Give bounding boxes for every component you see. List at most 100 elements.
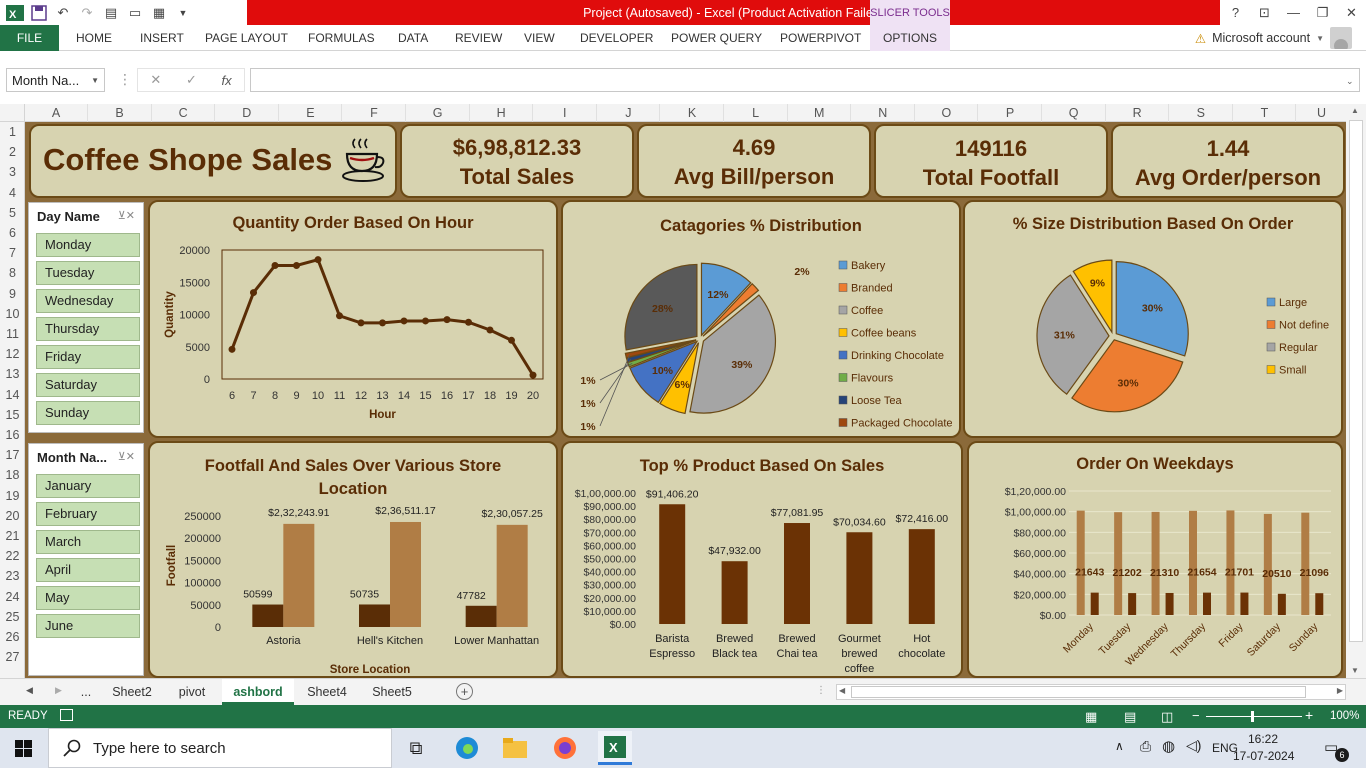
name-box-dropdown-icon[interactable]: ▼	[91, 76, 99, 85]
close-icon[interactable]: ✕	[1337, 0, 1366, 25]
clear-filter-icon[interactable]: ⊻✕	[118, 209, 135, 222]
column-header-d[interactable]: D	[216, 104, 279, 122]
file-explorer-icon[interactable]	[501, 734, 529, 762]
row-header-19[interactable]: 19	[0, 489, 25, 503]
slicer-item-thursday[interactable]: Thursday	[36, 317, 140, 341]
slicer-item-february[interactable]: February	[36, 502, 140, 526]
slicer-item-sunday[interactable]: Sunday	[36, 401, 140, 425]
row-header-9[interactable]: 9	[0, 287, 25, 301]
save-icon[interactable]	[28, 3, 50, 23]
scroll-left-icon[interactable]: ◀	[839, 686, 845, 695]
column-header-f[interactable]: F	[343, 104, 406, 122]
page-layout-view-icon[interactable]: ▤	[1124, 709, 1136, 725]
row-header-22[interactable]: 22	[0, 549, 25, 563]
row-header-23[interactable]: 23	[0, 569, 25, 583]
column-header-g[interactable]: G	[407, 104, 470, 122]
sheet-tab-ashbord[interactable]: ashbord	[222, 679, 294, 705]
column-header-j[interactable]: J	[597, 104, 661, 122]
tab-power-query[interactable]: POWER QUERY	[671, 25, 762, 51]
row-header-3[interactable]: 3	[0, 165, 25, 179]
account-area[interactable]: ⚠ Microsoft account ▼	[1195, 25, 1352, 51]
slicer-item-friday[interactable]: Friday	[36, 345, 140, 369]
column-header-c[interactable]: C	[152, 104, 216, 122]
sheet-tab-ellipsis[interactable]: ...	[72, 679, 100, 705]
row-header-12[interactable]: 12	[0, 347, 25, 361]
scroll-up-icon[interactable]: ▲	[1351, 106, 1359, 115]
row-header-4[interactable]: 4	[0, 186, 25, 200]
new-document-icon[interactable]: ▭	[124, 3, 146, 23]
row-header-18[interactable]: 18	[0, 468, 25, 482]
column-header-s[interactable]: S	[1170, 104, 1233, 122]
column-header-e[interactable]: E	[279, 104, 343, 122]
normal-view-icon[interactable]: ▦	[1085, 709, 1097, 725]
tab-insert[interactable]: INSERT	[140, 25, 184, 51]
column-header-r[interactable]: R	[1106, 104, 1170, 122]
zoom-level[interactable]: 100%	[1330, 710, 1359, 722]
slicer-item-january[interactable]: January	[36, 474, 140, 498]
column-header-n[interactable]: N	[852, 104, 915, 122]
slicer-item-tuesday[interactable]: Tuesday	[36, 261, 140, 285]
row-header-11[interactable]: 11	[0, 327, 25, 341]
row-header-24[interactable]: 24	[0, 590, 25, 604]
tab-page-layout[interactable]: PAGE LAYOUT	[205, 25, 288, 51]
excel-taskbar-icon[interactable]: X	[598, 731, 632, 765]
column-header-t[interactable]: T	[1233, 104, 1297, 122]
row-header-27[interactable]: 27	[0, 650, 25, 664]
restore-icon[interactable]: ❐	[1308, 0, 1337, 25]
tab-home[interactable]: HOME	[76, 25, 112, 51]
column-header-p[interactable]: P	[979, 104, 1042, 122]
ribbon-display-icon[interactable]: ⊡	[1250, 0, 1279, 25]
row-header-26[interactable]: 26	[0, 630, 25, 644]
edge-icon[interactable]	[453, 734, 481, 762]
row-header-21[interactable]: 21	[0, 529, 25, 543]
network-icon[interactable]: ◍	[1162, 737, 1175, 755]
column-header-k[interactable]: K	[661, 104, 724, 122]
row-header-25[interactable]: 25	[0, 610, 25, 624]
column-header-a[interactable]: A	[25, 104, 88, 122]
scroll-down-icon[interactable]: ▼	[1351, 666, 1359, 675]
zoom-slider-thumb[interactable]	[1251, 711, 1254, 722]
select-all-corner[interactable]	[0, 104, 25, 122]
next-sheet-icon[interactable]: ▶	[55, 685, 62, 696]
tab-options[interactable]: OPTIONS	[870, 25, 950, 51]
column-header-h[interactable]: H	[470, 104, 534, 122]
slicer-item-may[interactable]: May	[36, 586, 140, 610]
row-header-16[interactable]: 16	[0, 428, 25, 442]
macro-record-icon[interactable]	[60, 709, 73, 721]
formula-input[interactable]	[250, 68, 1360, 92]
column-header-i[interactable]: I	[534, 104, 597, 122]
form-icon[interactable]: ▦	[148, 3, 170, 23]
column-header-b[interactable]: B	[89, 104, 152, 122]
zoom-slider[interactable]	[1206, 716, 1302, 717]
redo-icon[interactable]: ↷	[76, 3, 98, 23]
tab-split-handle[interactable]: ⋮	[816, 685, 826, 696]
enter-icon[interactable]: ✓	[186, 72, 197, 88]
help-icon[interactable]: ?	[1221, 0, 1250, 25]
column-header-q[interactable]: Q	[1043, 104, 1106, 122]
minimize-icon[interactable]: —	[1279, 0, 1308, 25]
slicer-item-june[interactable]: June	[36, 614, 140, 638]
volume-icon[interactable]: ◁)	[1186, 737, 1201, 754]
show-hidden-icons[interactable]: ∧	[1115, 739, 1124, 753]
windows-start-icon[interactable]	[15, 740, 32, 757]
vertical-scrollbar[interactable]: ▲ ▼	[1346, 104, 1366, 678]
tab-powerpivot[interactable]: POWERPIVOT	[780, 25, 861, 51]
row-header-10[interactable]: 10	[0, 307, 25, 321]
row-header-7[interactable]: 7	[0, 246, 25, 260]
row-header-2[interactable]: 2	[0, 145, 25, 159]
zoom-in-icon[interactable]: +	[1305, 707, 1313, 723]
row-header-14[interactable]: 14	[0, 388, 25, 402]
name-box[interactable]: Month Na... ▼	[6, 68, 105, 92]
tab-developer[interactable]: DEVELOPER	[580, 25, 653, 51]
scroll-thumb[interactable]	[1349, 120, 1363, 642]
firefox-icon[interactable]	[551, 734, 579, 762]
slicer-item-saturday[interactable]: Saturday	[36, 373, 140, 397]
hscroll-thumb[interactable]	[851, 686, 1306, 698]
zoom-out-icon[interactable]: −	[1192, 708, 1200, 723]
row-header-5[interactable]: 5	[0, 206, 25, 220]
avatar[interactable]	[1330, 27, 1352, 49]
page-break-view-icon[interactable]: ◫	[1161, 709, 1173, 725]
slicer-item-monday[interactable]: Monday	[36, 233, 140, 257]
horizontal-scrollbar[interactable]: ◀ ▶	[836, 684, 1346, 700]
account-label[interactable]: Microsoft account	[1212, 31, 1310, 45]
